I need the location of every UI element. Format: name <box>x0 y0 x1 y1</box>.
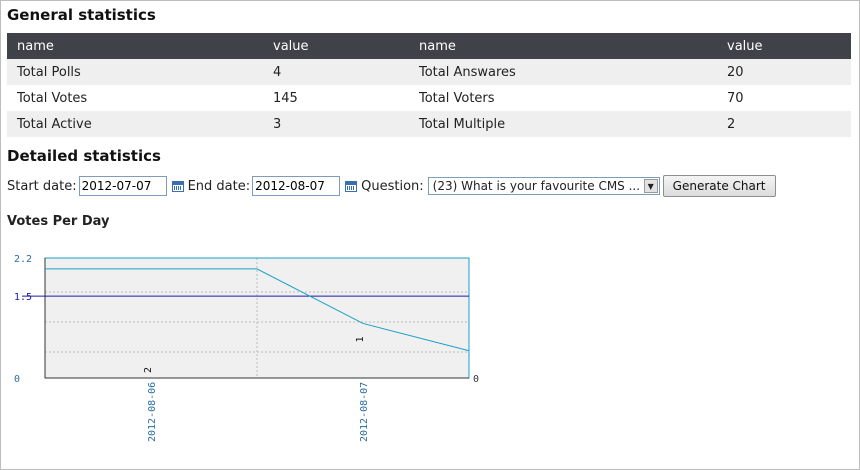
end-date-input[interactable] <box>252 176 341 196</box>
stat-value: 70 <box>717 85 851 111</box>
stat-value: 4 <box>263 59 409 85</box>
start-date-input[interactable] <box>78 176 167 196</box>
general-statistics-heading: General statistics <box>7 6 156 24</box>
header-value-1: value <box>263 33 409 59</box>
data-label: 1 <box>355 336 366 342</box>
generate-chart-button[interactable]: Generate Chart <box>662 175 776 197</box>
table-header-row: name value name value <box>7 33 851 59</box>
chart-title: Votes Per Day <box>7 214 110 229</box>
y-tick-label: 2.2 <box>14 254 32 265</box>
header-name-2: name <box>409 33 717 59</box>
stat-name: Total Multiple <box>409 111 717 137</box>
y-tick-label: 1.5 <box>14 292 32 303</box>
general-statistics-table: name value name value Total Polls 4 Tota… <box>7 33 851 137</box>
stat-value: 2 <box>717 111 851 137</box>
stat-name: Total Votes <box>7 85 263 111</box>
question-selected-value: (23) What is your favourite CMS ... <box>432 179 641 193</box>
x-tick-label: 2012-08-06 <box>147 382 158 442</box>
stat-name: Total Answares <box>409 59 717 85</box>
y-tick-label: 0 <box>14 374 20 385</box>
chart-filter-bar: Start date: End date: Question: (23) Wha… <box>7 174 776 198</box>
votes-per-day-chart: 0 1.5 2.2 0 2 1 2012-08-06 2012-08-07 <box>14 254 479 442</box>
stat-name: Total Voters <box>409 85 717 111</box>
start-date-label: Start date: <box>7 178 77 194</box>
table-row: Total Active 3 Total Multiple 2 <box>7 111 851 137</box>
table-row: Total Polls 4 Total Answares 20 <box>7 59 851 85</box>
right-axis-tick-label: 0 <box>473 374 479 385</box>
question-label: Question: <box>361 178 424 194</box>
header-name-1: name <box>7 33 263 59</box>
header-value-2: value <box>717 33 851 59</box>
stat-name: Total Polls <box>7 59 263 85</box>
table-row: Total Votes 145 Total Voters 70 <box>7 85 851 111</box>
calendar-icon[interactable] <box>171 180 184 192</box>
detailed-statistics-heading: Detailed statistics <box>7 147 161 165</box>
calendar-icon[interactable] <box>345 180 358 192</box>
stat-name: Total Active <box>7 111 263 137</box>
question-select[interactable]: (23) What is your favourite CMS ... ▼ <box>427 177 660 195</box>
end-date-label: End date: <box>187 178 251 194</box>
data-label: 2 <box>143 367 154 373</box>
x-tick-label: 2012-08-07 <box>359 382 370 442</box>
stat-value: 145 <box>263 85 409 111</box>
dropdown-arrow-icon[interactable]: ▼ <box>643 179 658 193</box>
stat-value: 20 <box>717 59 851 85</box>
stat-value: 3 <box>263 111 409 137</box>
